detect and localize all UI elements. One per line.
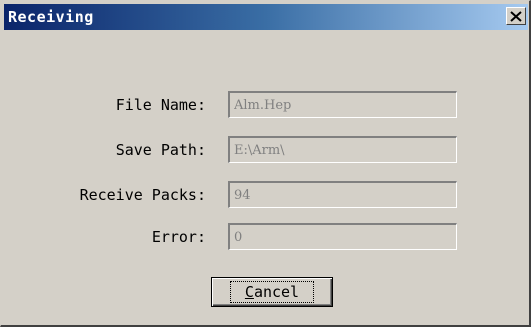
error-field[interactable]: [228, 223, 457, 250]
save-path-row: Save Path:: [1, 136, 531, 164]
title-bar[interactable]: Receiving: [4, 4, 528, 30]
save-path-field[interactable]: [228, 136, 457, 163]
file-name-field[interactable]: [228, 91, 457, 118]
cancel-button-label: Cancel: [229, 281, 315, 303]
error-label: Error:: [151, 228, 206, 246]
window-title: Receiving: [8, 8, 94, 26]
cancel-label-rest: ancel: [253, 283, 300, 301]
save-path-label: Save Path:: [115, 141, 206, 159]
cancel-mnemonic: C: [244, 283, 254, 301]
receiving-dialog: Receiving File Name: Save Path: Receive …: [0, 0, 531, 327]
close-icon: [510, 10, 522, 22]
receive-packs-field[interactable]: [228, 181, 457, 208]
file-name-row: File Name:: [1, 91, 531, 119]
receive-packs-label: Receive Packs:: [79, 186, 206, 204]
close-button[interactable]: [506, 7, 526, 25]
receive-packs-row: Receive Packs:: [1, 181, 531, 209]
file-name-label: File Name:: [115, 96, 206, 114]
cancel-button[interactable]: Cancel: [211, 277, 333, 307]
error-row: Error:: [1, 223, 531, 251]
